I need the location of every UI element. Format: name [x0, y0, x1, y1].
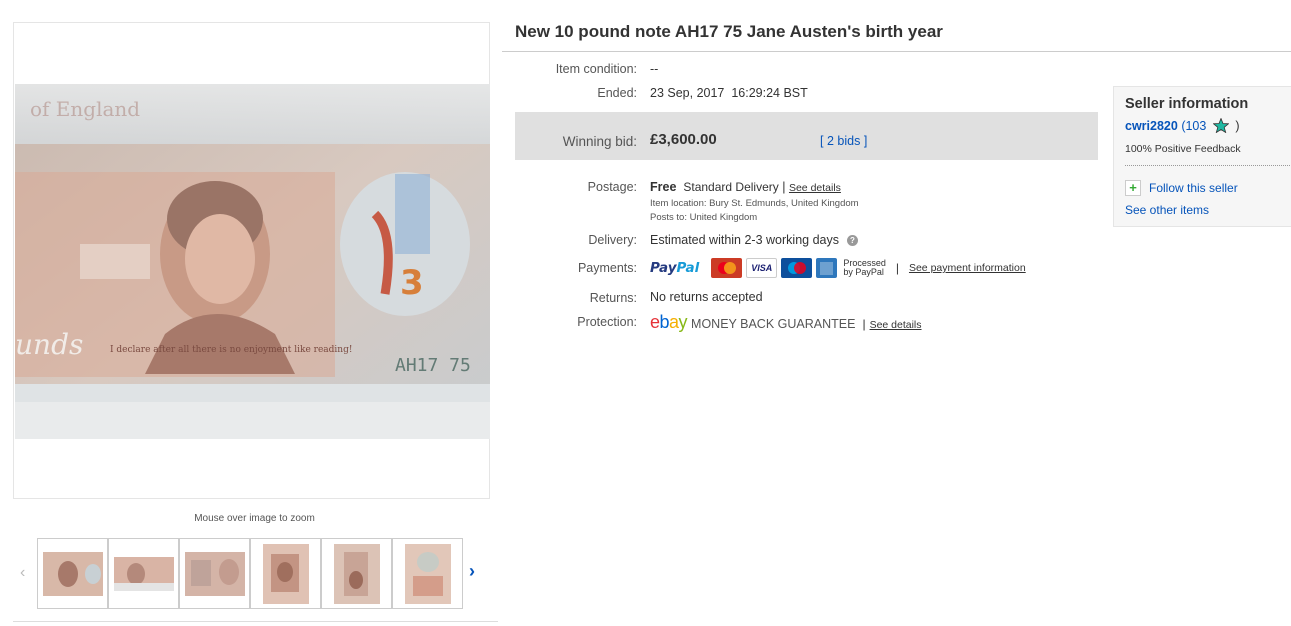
star-icon — [1212, 117, 1230, 134]
thumbnail-strip: ‹ › — [13, 536, 496, 612]
positive-feedback: 100% Positive Feedback — [1125, 143, 1241, 155]
title-divider — [502, 51, 1291, 52]
thumbnail-6[interactable] — [392, 538, 463, 609]
winning-bid-box: Winning bid: £3,600.00 [ 2 bids ] — [515, 112, 1098, 160]
prev-thumbnails-arrow-icon[interactable]: ‹ — [20, 564, 25, 582]
seller-name-link[interactable]: cwri2820 — [1125, 119, 1178, 133]
protection-separator: | — [862, 317, 866, 331]
item-title: New 10 pound note AH17 75 Jane Austen's … — [515, 22, 943, 41]
follow-seller-button[interactable]: + Follow this seller — [1125, 180, 1238, 196]
protection-details-link[interactable]: See details — [870, 319, 922, 331]
payment-methods: PayPal VISA Processed by PayPal | See pay… — [650, 257, 1026, 279]
protection-label: Protection: — [577, 315, 637, 329]
postage-details-link[interactable]: See details — [789, 182, 841, 194]
processed-by-paypal: Processed by PayPal — [843, 258, 886, 277]
svg-text:I declare after all there is n: I declare after all there is no enjoymen… — [110, 345, 352, 355]
gallery-divider — [13, 621, 498, 622]
postage-value: Free Standard Delivery | See details — [650, 180, 841, 194]
seller-feedback-score[interactable]: (103 — [1181, 119, 1206, 133]
help-icon[interactable]: ? — [847, 235, 858, 246]
see-other-items-link[interactable]: See other items — [1125, 203, 1209, 217]
thumbnail-5[interactable] — [321, 538, 392, 609]
postage-method: Standard Delivery — [683, 180, 779, 194]
plus-icon: + — [1125, 180, 1141, 196]
amex-icon — [816, 258, 838, 278]
ended-value: 23 Sep, 2017 16:29:24 BST — [650, 86, 808, 100]
condition-value: -- — [650, 62, 659, 76]
postage-free: Free — [650, 180, 677, 194]
condition-label: Item condition: — [555, 62, 637, 76]
payments-label: Payments: — [577, 261, 637, 275]
paypal-logo-icon: PayPal — [650, 260, 700, 276]
bid-history-link[interactable]: 2 bids — [827, 134, 860, 148]
seller-name-row: cwri2820 (103 ) — [1125, 117, 1240, 134]
thumbnail-3[interactable] — [179, 538, 250, 609]
maestro-icon — [781, 258, 813, 278]
payment-info-link[interactable]: See payment information — [909, 262, 1026, 274]
thumbnail-2[interactable] — [108, 538, 179, 609]
item-location: Item location: Bury St. Edmunds, United … — [650, 198, 859, 209]
banknote-image: 3 unds I declare after all there is no e… — [15, 84, 490, 439]
postage-separator: | — [782, 180, 786, 194]
bid-count: [ 2 bids ] — [820, 134, 868, 148]
posts-to: Posts to: United Kingdom — [650, 212, 758, 223]
svg-text:3: 3 — [400, 263, 424, 303]
main-image-frame[interactable]: 3 unds I declare after all there is no e… — [13, 22, 490, 499]
next-thumbnails-arrow-icon[interactable]: › — [469, 561, 475, 582]
returns-value: No returns accepted — [650, 290, 763, 304]
follow-seller-label: Follow this seller — [1149, 181, 1238, 195]
ended-label: Ended: — [597, 86, 637, 100]
delivery-value: Estimated within 2-3 working days — [650, 233, 839, 247]
mastercard-icon — [711, 258, 743, 278]
delivery-label: Delivery: — [588, 233, 637, 247]
svg-text:unds: unds — [15, 328, 83, 361]
protection-value: ebay MONEY BACK GUARANTEE | See details — [650, 312, 922, 333]
thumbnail-4[interactable] — [250, 538, 321, 609]
svg-text:of England: of England — [30, 97, 140, 121]
svg-text:AH17 75: AH17 75 — [395, 355, 471, 376]
postage-label: Postage: — [587, 180, 637, 194]
payments-separator: | — [895, 261, 899, 275]
returns-label: Returns: — [589, 291, 637, 305]
winning-bid-value: £3,600.00 — [650, 131, 717, 148]
seller-info-title: Seller information — [1125, 96, 1249, 112]
thumbnail-1[interactable] — [37, 538, 108, 609]
zoom-hint: Mouse over image to zoom — [194, 513, 315, 524]
seller-info-box: Seller information cwri2820 (103 ) 100% … — [1113, 86, 1291, 227]
money-back-guarantee: MONEY BACK GUARANTEE — [691, 317, 856, 331]
winning-bid-label: Winning bid: — [562, 134, 637, 149]
main-image[interactable]: 3 unds I declare after all there is no e… — [15, 84, 490, 439]
seller-divider — [1125, 165, 1291, 166]
ebay-logo-icon: ebay — [650, 312, 688, 332]
visa-icon: VISA — [746, 258, 778, 278]
